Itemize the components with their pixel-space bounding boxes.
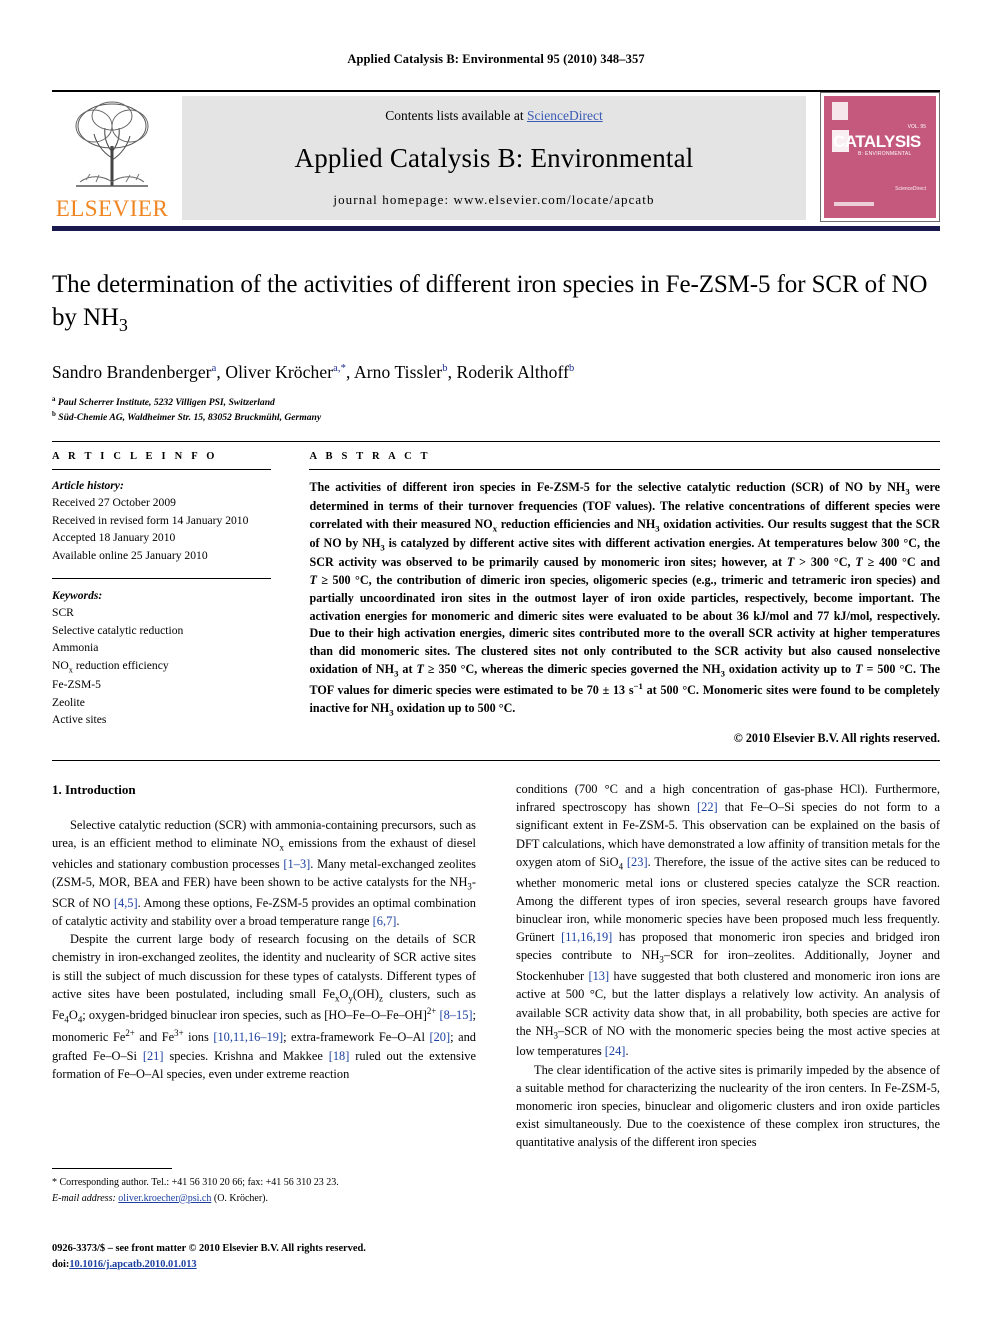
journal-article-page: Applied Catalysis B: Environmental 95 (2… <box>0 0 992 1323</box>
article-info-column: A R T I C L E I N F O Article history: R… <box>52 442 289 746</box>
front-matter-line: 0926-3373/$ – see front matter © 2010 El… <box>52 1243 366 1254</box>
elsevier-wordmark: ELSEVIER <box>55 196 169 221</box>
citation-link[interactable]: [24] <box>605 1044 626 1058</box>
paper-title-subscript: 3 <box>118 315 128 335</box>
journal-homepage-line[interactable]: journal homepage: www.elsevier.com/locat… <box>333 192 654 208</box>
contents-available-line: Contents lists available at ScienceDirec… <box>385 108 602 124</box>
doi-label: doi: <box>52 1258 70 1270</box>
elsevier-logo: ELSEVIER <box>54 96 170 220</box>
info-abstract-band: A R T I C L E I N F O Article history: R… <box>52 441 940 762</box>
journal-title: Applied Catalysis B: Environmental <box>294 142 694 173</box>
keyword-item: NOx reduction efficiency <box>52 658 169 674</box>
author-affil-marker: b <box>442 362 448 374</box>
masthead-bottom-rule <box>52 226 940 231</box>
citation-link[interactable]: [22] <box>697 800 718 814</box>
cover-artwork: VOL. 95 CATALYSIS B: ENVIRONMENTAL Scien… <box>824 96 936 218</box>
author-affil-marker: a,* <box>333 362 346 374</box>
history-item: Received 27 October 2009 <box>52 496 176 510</box>
journal-cover-thumbnail[interactable]: VOL. 95 CATALYSIS B: ENVIRONMENTAL Scien… <box>820 92 940 222</box>
footnote-rule <box>52 1168 172 1169</box>
paper-title-text: The determination of the activities of d… <box>52 271 928 331</box>
citation-link[interactable]: [20] <box>429 1030 450 1044</box>
keyword-item: Ammonia <box>52 641 99 655</box>
cover-publisher-note: ScienceDirect <box>895 186 926 192</box>
intro-paragraph-3-continued: conditions (700 °C and a high concentrat… <box>516 782 941 1059</box>
article-history-title: Article history: <box>52 479 124 492</box>
section-title-introduction: 1. Introduction <box>52 782 136 797</box>
journal-band: Contents lists available at ScienceDirec… <box>182 96 806 220</box>
author-list: Sandro Brandenbergera, Oliver Kröchera,*… <box>52 361 575 382</box>
intro-paragraph-2: Despite the current large body of resear… <box>52 932 476 1081</box>
keyword-item: Zeolite <box>52 695 85 709</box>
citation-link[interactable]: [6,7] <box>373 914 397 928</box>
email-line: E-mail address: oliver.kroecher@psi.ch (… <box>52 1191 476 1207</box>
citation-link[interactable]: [4,5] <box>114 896 138 910</box>
abstract-text: The activities of different iron species… <box>309 480 941 718</box>
history-item: Accepted 18 January 2010 <box>52 531 176 545</box>
doi-line: doi:10.1016/j.apcatb.2010.01.013 <box>52 1257 552 1273</box>
sciencedirect-link[interactable]: ScienceDirect <box>527 108 603 123</box>
email-label: E-mail address: <box>52 1192 116 1204</box>
running-head: Applied Catalysis B: Environmental 95 (2… <box>347 52 645 66</box>
elsevier-tree-icon <box>56 96 168 192</box>
page-footer: 0926-3373/$ – see front matter © 2010 El… <box>52 1241 552 1272</box>
email-suffix: (O. Kröcher). <box>213 1192 269 1204</box>
email-link[interactable]: oliver.kroecher@psi.ch <box>118 1193 211 1204</box>
abstract-column: A B S T R A C T The activities of differ… <box>309 442 940 746</box>
cover-footer-bar <box>834 202 874 206</box>
journal-masthead: ELSEVIER Contents lists available at Sci… <box>52 90 940 231</box>
article-history: Article history: Received 27 October 200… <box>52 470 271 564</box>
author-affil-marker: b <box>569 362 575 374</box>
citation-link[interactable]: [8–15] <box>440 1009 473 1023</box>
contents-prefix: Contents lists available at <box>385 108 527 123</box>
cover-elsevier-icon <box>832 102 848 120</box>
citation-link[interactable]: [10,11,16–19] <box>213 1030 283 1044</box>
intro-paragraph-4: The clear identification of the active s… <box>516 1062 940 1150</box>
keywords-title: Keywords: <box>52 588 103 602</box>
body-column-right: conditions (700 °C and a high concentrat… <box>516 780 940 1152</box>
intro-paragraph-1: Selective catalytic reduction (SCR) with… <box>52 818 477 928</box>
abstract-copyright: © 2010 Elsevier B.V. All rights reserved… <box>733 731 940 746</box>
masthead-top-rule <box>52 90 940 92</box>
citation-link[interactable]: [13] <box>588 969 609 983</box>
body-columns: 1. Introduction Selective catalytic redu… <box>52 780 940 1152</box>
affiliation-b: b Süd-Chemie AG, Waldheimer Str. 15, 830… <box>52 411 322 424</box>
citation-link[interactable]: [23] <box>627 855 648 869</box>
author-affil-marker: a <box>211 362 217 374</box>
cover-subtitle: B: ENVIRONMENTAL <box>858 151 912 157</box>
affiliation-a-text: Paul Scherrer Institute, 5232 Villigen P… <box>57 396 275 408</box>
keywords-list: Keywords: SCR Selective catalytic reduct… <box>52 579 271 729</box>
history-item: Received in revised form 14 January 2010 <box>52 513 249 527</box>
title-zone: The determination of the activities of d… <box>52 268 940 426</box>
keyword-item: Selective catalytic reduction <box>52 623 184 637</box>
citation-link[interactable]: [11,16,19] <box>561 930 612 944</box>
keyword-item: Active sites <box>52 713 107 727</box>
keyword-item: SCR <box>52 606 74 620</box>
affiliation-list: a Paul Scherrer Institute, 5232 Villigen… <box>52 395 940 426</box>
abstract-heading: A B S T R A C T <box>309 451 431 462</box>
citation-link[interactable]: [18] <box>329 1049 350 1063</box>
footnote-zone: * Corresponding author. Tel.: +41 56 310… <box>52 1168 476 1206</box>
cover-volume-label: VOL. 95 <box>907 124 926 130</box>
citation-link[interactable]: [1–3] <box>283 857 310 871</box>
article-info-heading: A R T I C L E I N F O <box>52 451 218 462</box>
citation-link[interactable]: [21] <box>143 1049 164 1063</box>
corresponding-author-line: * Corresponding author. Tel.: +41 56 310… <box>52 1177 339 1188</box>
keyword-item: Fe-ZSM-5 <box>52 678 101 692</box>
page-title: The determination of the activities of d… <box>52 268 940 338</box>
corresponding-author-footnote: * Corresponding author. Tel.: +41 56 310… <box>52 1175 476 1206</box>
doi-link[interactable]: 10.1016/j.apcatb.2010.01.013 <box>69 1259 196 1270</box>
body-column-left: 1. Introduction Selective catalytic redu… <box>52 780 476 1083</box>
affiliation-a: a Paul Scherrer Institute, 5232 Villigen… <box>52 395 275 408</box>
affiliation-b-text: Süd-Chemie AG, Waldheimer Str. 15, 83052… <box>58 412 322 424</box>
infoband-bottom-rule <box>52 760 940 762</box>
history-item: Available online 25 January 2010 <box>52 548 208 562</box>
cover-title: CATALYSIS <box>833 132 921 151</box>
